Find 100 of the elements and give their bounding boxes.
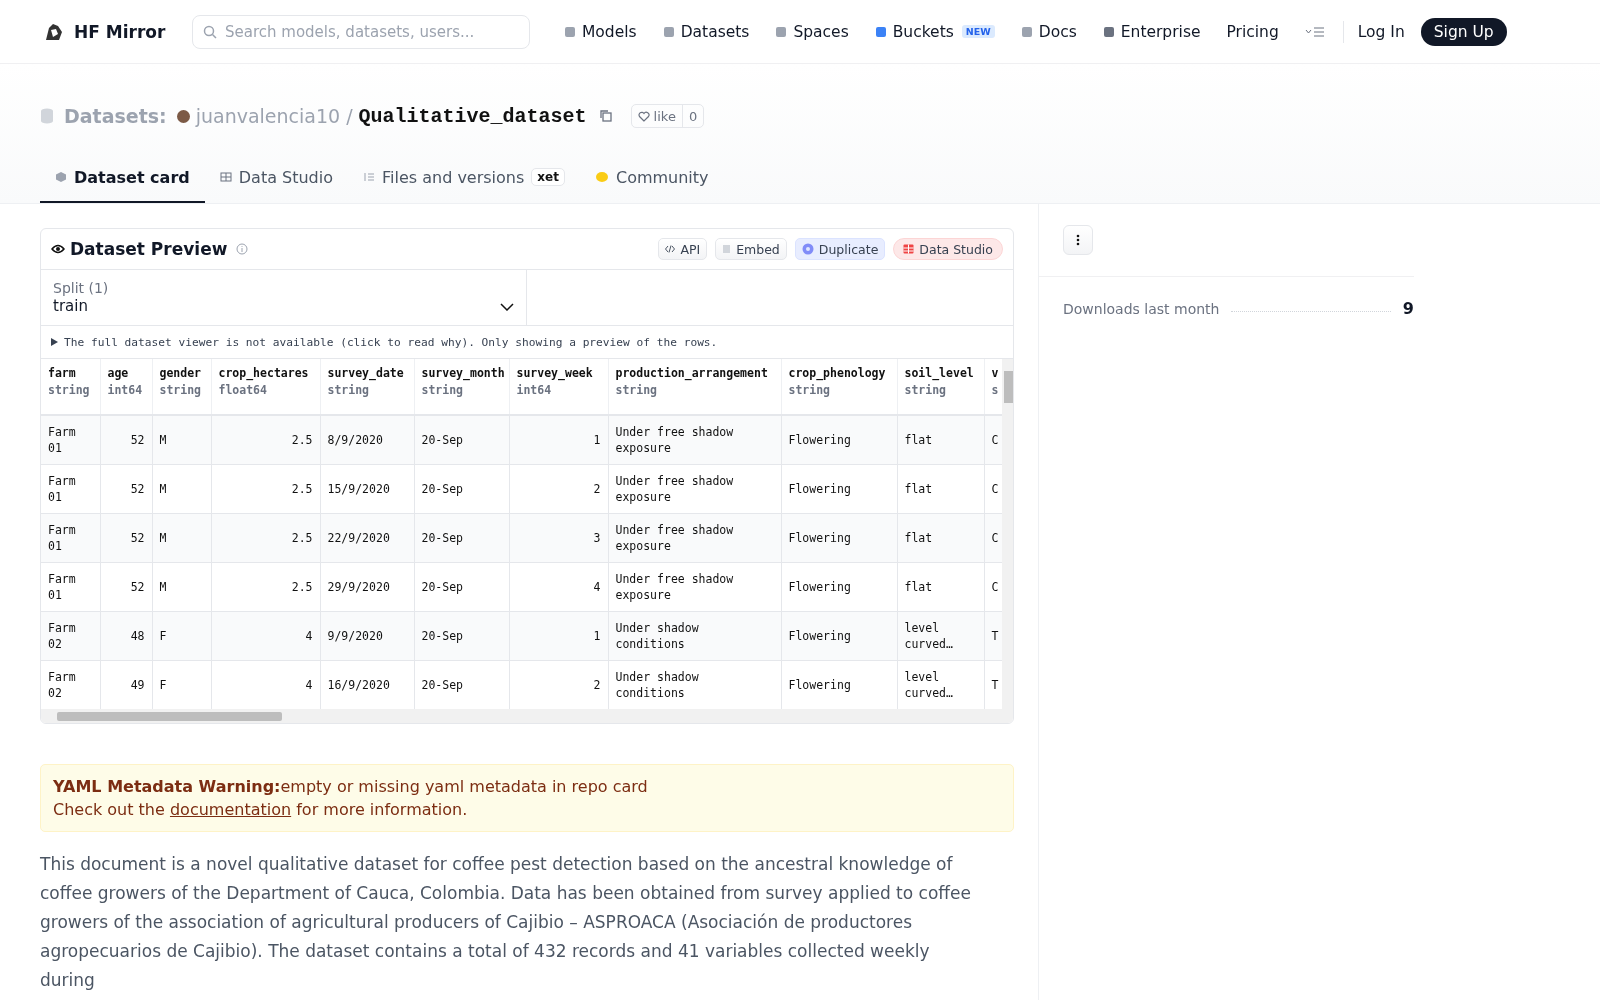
table-cell: Flowering [781,513,897,563]
database-icon [40,108,54,124]
warning-title: YAML Metadata Warning: [53,777,281,796]
table-cell: Farm 01 [41,415,100,465]
table-cell: 1 [509,415,608,465]
table-cell: flat [897,562,984,612]
action-button[interactable]: Duplicate [794,238,886,260]
search-icon [203,24,217,39]
table-cell: Under free shadow exposure [608,513,781,563]
table-cell: M [152,464,211,514]
table-cell: 8/9/2020 [320,415,414,465]
repo-name[interactable]: Qualitative_dataset [358,104,587,128]
code-icon [665,245,676,253]
tab[interactable]: Files and versions xet [348,153,580,203]
table-cell: level curved… [897,611,984,661]
action-button[interactable]: Data Studio [893,238,1003,260]
menu-icon[interactable] [1304,25,1325,38]
split-label: Split (1) [53,280,110,297]
warning-text: for more information. [296,800,468,819]
table-cell: F [152,611,211,661]
table-cell: 20-Sep [414,513,509,563]
nav-link[interactable]: Pricing [1226,22,1279,41]
table-cell: flat [897,464,984,514]
table-cell: Under free shadow exposure [608,562,781,612]
table-cell: 52 [100,415,152,465]
login-link[interactable]: Log In [1357,22,1405,41]
table-cell: 2.5 [211,415,320,465]
table-cell: 20-Sep [414,562,509,612]
table-cell: Farm 01 [41,562,100,612]
tab[interactable]: Data Studio [204,153,348,203]
description-paragraph: This document is a novel qualitative dataset for coffee pest detection based on the ancestral knowledge of coffee growers of the Department of Cauca, Colombia. Data has been obtained from survey applied to coffee growers of the association of agricultural producers of Cajibio – ASPROACA (Asociación de productores agropecuarios de Cajibio). The dataset contains a total of 432 records and 41 variables collected weekly during [40,853,972,992]
table-cell: Farm 01 [41,513,100,563]
path-separator: / [346,105,353,127]
table-cell: 20-Sep [414,415,509,465]
table-cell: 22/9/2020 [320,513,414,563]
nav-link[interactable]: Models [564,22,637,41]
table-cell: Flowering [781,562,897,612]
list-icon [363,171,375,183]
table-cell: 4 [211,611,320,661]
table-cell: Flowering [781,611,897,661]
square-icon [775,25,788,38]
table-cell: 20-Sep [414,611,509,661]
table-cell: 9/9/2020 [320,611,414,661]
viewer-notice[interactable]: The full dataset viewer is not available (click to read why). Only showing a preview of the rows. [64,335,718,349]
table-cell: M [152,562,211,612]
table-cell: flat [897,415,984,465]
table-cell: 48 [100,611,152,661]
chevron-down-icon [500,303,514,311]
signup-button[interactable]: Sign Up [1420,17,1507,46]
split-select[interactable]: Split (1) train [41,270,527,325]
preview-title: Dataset Preview [70,239,228,259]
downloads-count: 9 [1402,299,1414,318]
warning-text: Check out the [53,800,165,819]
horizontal-scrollbar[interactable] [41,709,1013,723]
documentation-link[interactable]: documentation [169,800,292,819]
nav-link[interactable]: Docs [1020,22,1077,41]
document-icon [722,244,732,254]
heart-icon [637,110,650,122]
like-label: like [653,108,676,124]
table-cell: Farm 02 [41,611,100,661]
table-cell: 2 [509,464,608,514]
table-cell: 2.5 [211,513,320,563]
nav-link[interactable]: Spaces [775,22,849,41]
table-cell: 15/9/2020 [320,464,414,514]
table-cell: M [152,415,211,465]
like-count: 0 [687,107,699,126]
tab[interactable]: Dataset card [40,153,205,203]
vertical-scrollbar[interactable] [1001,359,1013,709]
table-cell: 2.5 [211,464,320,514]
brand-name[interactable]: HF Mirror [74,21,166,42]
table-cell: 52 [100,513,152,563]
action-button[interactable]: API [658,238,708,260]
action-button[interactable]: Embed [715,238,787,260]
avatar-icon [176,109,190,123]
table-icon [903,244,915,254]
like-button[interactable]: like 0 [630,104,705,128]
table-cell: Under free shadow exposure [608,415,781,465]
square-icon [874,25,887,38]
table-cell: 52 [100,464,152,514]
table-cell: 1 [509,611,608,661]
circle-icon [801,243,814,255]
table-cell: Flowering [781,415,897,465]
copy-icon[interactable] [598,109,613,123]
table-cell: 29/9/2020 [320,562,414,612]
nav-link[interactable]: Enterprise [1102,22,1201,41]
tab[interactable]: Community [579,153,724,203]
search-field[interactable]: Search models, datasets, users... [192,14,530,49]
nav-link[interactable]: Buckets NEW [874,22,995,41]
info-icon[interactable] [236,243,249,255]
nav-link[interactable]: Datasets [662,22,750,41]
expand-triangle-icon[interactable] [51,338,58,346]
new-badge: NEW [961,25,995,38]
table-cell: Under shadow conditions [608,611,781,661]
table-cell: Flowering [781,464,897,514]
xet-badge: xet [531,168,565,186]
more-options-button[interactable] [1063,225,1093,255]
table-cell: M [152,513,211,563]
table-cell: 52 [100,562,152,612]
square-icon [564,25,576,38]
square-icon [662,25,675,38]
